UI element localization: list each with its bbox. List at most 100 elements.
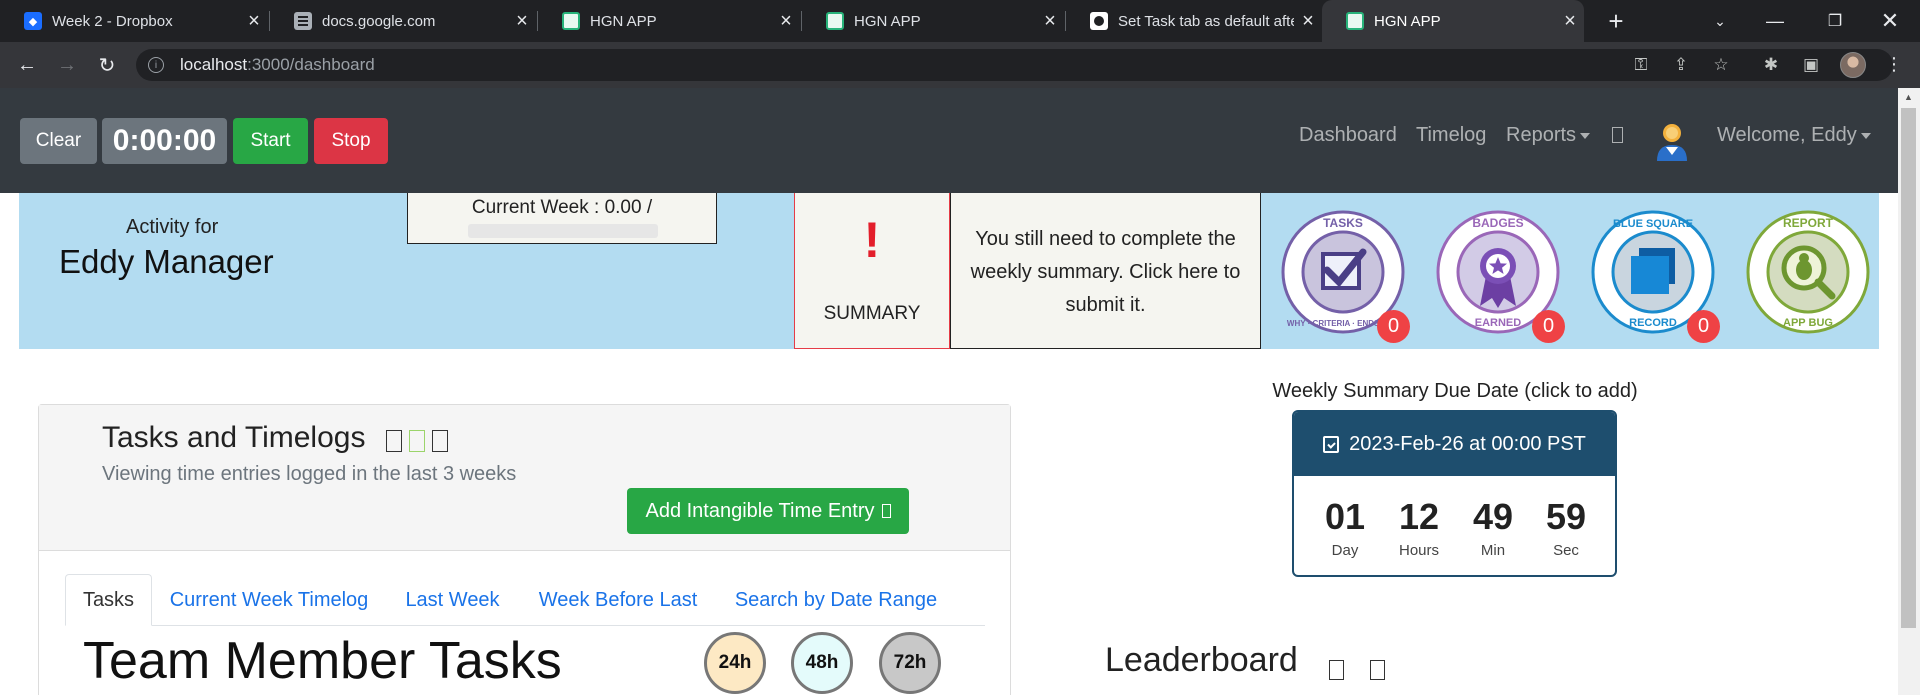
tasks-timelogs-card: Tasks and Timelogs Viewing time entries … xyxy=(38,404,1011,695)
report-bug-icon[interactable]: REPORT APP BUG xyxy=(1746,210,1870,334)
tab-title: docs.google.com xyxy=(322,12,436,30)
profile-avatar[interactable] xyxy=(1840,52,1866,78)
tab-current-week-timelog[interactable]: Current Week Timelog xyxy=(152,574,386,626)
back-arrow-icon[interactable]: ← xyxy=(12,50,42,80)
browser-toolbar: ← → ↻ i localhost:3000/dashboard ⚿ ⇪ ☆ ✱… xyxy=(0,42,1920,88)
badge-bottom-text: APP BUG xyxy=(1783,317,1833,329)
restore-icon[interactable]: ❐ xyxy=(1805,0,1865,42)
close-icon[interactable]: × xyxy=(772,10,800,33)
tab-last-week[interactable]: Last Week xyxy=(386,574,519,626)
blue-square-count: 0 xyxy=(1687,310,1720,343)
current-week-progress-bar xyxy=(468,224,658,238)
hgn-app-icon xyxy=(1346,12,1364,30)
add-intangible-label: Add Intangible Time Entry xyxy=(645,499,875,522)
weekly-summary-notice[interactable]: You still need to complete the weekly su… xyxy=(950,193,1261,349)
tab-search-by-date-range[interactable]: Search by Date Range xyxy=(717,574,955,626)
edit-icon[interactable] xyxy=(432,430,448,452)
site-info-icon[interactable]: i xyxy=(148,57,164,73)
scroll-up-icon[interactable]: ▲ xyxy=(1904,92,1913,102)
team-member-tasks-title: Team Member Tasks xyxy=(83,632,562,690)
info-icon[interactable] xyxy=(386,430,402,452)
badge-top-text: BADGES xyxy=(1472,216,1523,230)
docs-icon xyxy=(294,12,312,30)
timer-stop-button[interactable]: Stop xyxy=(314,118,388,164)
github-icon xyxy=(1090,12,1108,30)
browser-tab-docs[interactable]: docs.google.com × xyxy=(270,0,536,42)
share-icon[interactable]: ⇪ xyxy=(1670,54,1692,76)
tab-week-before-last[interactable]: Week Before Last xyxy=(519,574,717,626)
window-close-icon[interactable]: ✕ xyxy=(1860,0,1920,42)
countdown-value: 59 xyxy=(1545,496,1587,537)
badge-bottom-text: RECORD xyxy=(1629,317,1677,329)
dropbox-icon: ◆ xyxy=(24,12,42,30)
timer-display: 0:00:00 xyxy=(102,118,227,164)
browser-tab-hgn-1[interactable]: HGN APP × xyxy=(538,0,800,42)
url-host: localhost xyxy=(180,55,248,74)
countdown-unit: Min xyxy=(1480,542,1506,559)
close-icon[interactable]: × xyxy=(1294,10,1322,33)
activity-user-name: Eddy Manager xyxy=(59,243,274,280)
countdown-unit: Hours xyxy=(1398,542,1439,559)
browser-tab-dropbox[interactable]: ◆ Week 2 - Dropbox × xyxy=(0,0,268,42)
more-menu-icon[interactable]: ⋮ xyxy=(1885,54,1903,75)
browser-tab-github[interactable]: Set Task tab as default after × xyxy=(1066,0,1322,42)
countdown-minutes: 49 Min xyxy=(1458,496,1528,559)
countdown-value: 12 xyxy=(1398,496,1440,537)
reload-icon[interactable]: ↻ xyxy=(92,50,122,80)
bookmark-star-icon[interactable]: ☆ xyxy=(1710,54,1732,76)
close-icon[interactable]: × xyxy=(1556,10,1584,33)
countdown-unit: Sec xyxy=(1553,542,1579,559)
close-icon[interactable]: × xyxy=(1036,10,1064,33)
url-text: localhost:3000/dashboard xyxy=(180,55,375,75)
current-week-hours[interactable]: Current Week : 0.00 / xyxy=(407,193,717,244)
tasks-card-header: Tasks and Timelogs Viewing time entries … xyxy=(39,405,1010,551)
browser-tab-hgn-active[interactable]: HGN APP × xyxy=(1322,0,1584,42)
close-icon[interactable]: × xyxy=(240,10,268,33)
scrollbar-thumb[interactable] xyxy=(1901,108,1916,628)
tab-title: Set Task tab as default after xyxy=(1118,12,1294,30)
key-icon[interactable]: ⚿ xyxy=(1630,54,1652,76)
add-intangible-time-button[interactable]: Add Intangible Time Entry xyxy=(627,488,909,534)
timer-start-button[interactable]: Start xyxy=(233,118,308,164)
due-date-text: 2023-Feb-26 at 00:00 PST xyxy=(1349,432,1586,455)
user-avatar-icon[interactable] xyxy=(1654,121,1690,161)
badge-top-text: BLUE SQUARE xyxy=(1613,218,1693,230)
summary-alert-box[interactable]: ! SUMMARY xyxy=(794,193,950,349)
extensions-puzzle-icon[interactable]: ✱ xyxy=(1760,54,1782,76)
side-panel-icon[interactable]: ▣ xyxy=(1800,54,1822,76)
timer-clear-button[interactable]: Clear xyxy=(20,118,97,164)
nav-timelog[interactable]: Timelog xyxy=(1416,124,1486,147)
page-scrollbar[interactable]: ▲ xyxy=(1898,88,1920,695)
badge-top-text: TASKS xyxy=(1323,216,1363,230)
notification-icon[interactable] xyxy=(1612,127,1623,143)
minimize-icon[interactable]: — xyxy=(1745,0,1805,42)
nav-dashboard[interactable]: Dashboard xyxy=(1299,124,1397,147)
info-icon[interactable] xyxy=(1329,660,1344,680)
close-icon[interactable]: × xyxy=(508,10,536,33)
tab-title: HGN APP xyxy=(590,12,657,30)
leaderboard-title: Leaderboard xyxy=(1105,641,1298,679)
filter-48h-button[interactable]: 48h xyxy=(791,632,853,694)
refresh-icon[interactable] xyxy=(1370,660,1385,680)
tab-title: Week 2 - Dropbox xyxy=(52,12,173,30)
countdown-header: 2023-Feb-26 at 00:00 PST xyxy=(1294,412,1615,476)
summary-due-date-label[interactable]: Weekly Summary Due Date (click to add) xyxy=(1100,380,1810,403)
badge-top-text: REPORT xyxy=(1783,216,1834,230)
browser-tab-hgn-2[interactable]: HGN APP × xyxy=(802,0,1064,42)
new-tab-button[interactable]: + xyxy=(1598,0,1634,42)
welcome-label: Welcome, Eddy xyxy=(1717,124,1857,146)
plus-icon xyxy=(881,504,891,518)
tasks-badge-count: 0 xyxy=(1377,310,1410,343)
countdown-seconds: 59 Sec xyxy=(1531,496,1601,559)
summary-countdown[interactable]: 2023-Feb-26 at 00:00 PST 01 Day 12 Hours… xyxy=(1292,410,1617,577)
summary-label: SUMMARY xyxy=(823,303,921,324)
countdown-value: 49 xyxy=(1472,496,1514,537)
timer-icon[interactable] xyxy=(409,430,425,452)
nav-welcome-user[interactable]: Welcome, Eddy xyxy=(1717,124,1871,147)
forward-arrow-icon[interactable]: → xyxy=(52,50,82,80)
tab-search-icon[interactable]: ⌄ xyxy=(1690,0,1750,42)
tab-tasks[interactable]: Tasks xyxy=(65,574,152,626)
filter-72h-button[interactable]: 72h xyxy=(879,632,941,694)
filter-24h-button[interactable]: 24h xyxy=(704,632,766,694)
nav-reports[interactable]: Reports xyxy=(1506,124,1591,147)
